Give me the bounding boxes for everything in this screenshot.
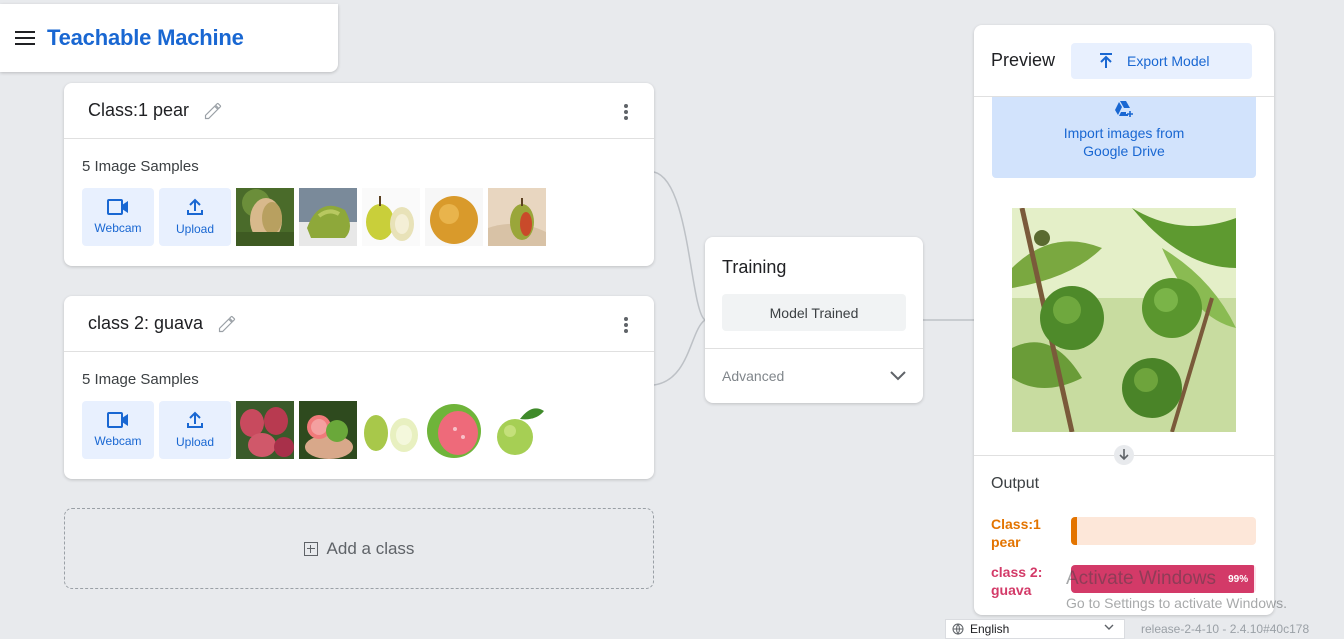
- upload-label: Upload: [175, 435, 215, 449]
- class-card-guava: class 2: guava 5 Image Samples Webcam Up…: [64, 296, 654, 479]
- samples-count: 5 Image Samples: [82, 158, 199, 175]
- class-card-pear: Class:1 pear 5 Image Samples Webcam Uplo…: [64, 83, 654, 266]
- upload-button[interactable]: Upload: [159, 188, 231, 246]
- samples-count: 5 Image Samples: [82, 371, 199, 388]
- upload-label: Upload: [175, 222, 215, 236]
- import-drive-label: Import images from Google Drive: [1063, 125, 1185, 159]
- output-row-pear: Class:1 pear: [991, 515, 1257, 551]
- training-title: Training: [722, 257, 787, 277]
- output-bar-track: [1071, 517, 1256, 545]
- more-vert-icon[interactable]: [624, 104, 628, 120]
- add-box-icon: [303, 541, 318, 556]
- release-version: release-2-4-10 - 2.4.10#40c178: [1141, 622, 1310, 636]
- webcam-button[interactable]: Webcam: [82, 401, 154, 459]
- preview-image: [1012, 208, 1236, 432]
- webcam-label: Webcam: [94, 221, 142, 235]
- language-select[interactable]: English: [945, 619, 1125, 639]
- sample-thumbnail[interactable]: [488, 188, 546, 246]
- preview-title: Preview: [991, 50, 1056, 70]
- sample-thumbnail[interactable]: [236, 401, 294, 459]
- menu-icon[interactable]: [15, 31, 35, 45]
- sample-thumbnail[interactable]: [299, 401, 357, 459]
- class-name[interactable]: class 2: guava: [88, 313, 203, 334]
- google-drive-icon: [1115, 101, 1133, 117]
- sample-thumbnail[interactable]: [362, 188, 420, 246]
- add-class-button[interactable]: Add a class: [64, 508, 654, 589]
- webcam-button[interactable]: Webcam: [82, 188, 154, 246]
- upload-icon: [187, 411, 203, 428]
- model-trained-button[interactable]: Model Trained: [722, 294, 906, 331]
- sample-thumbnail[interactable]: [425, 188, 483, 246]
- output-bar-track: 99%: [1071, 565, 1256, 593]
- language-value: English: [970, 622, 1010, 636]
- output-bar-fill: 99%: [1071, 565, 1255, 593]
- output-label: class 2: guava: [991, 564, 1043, 598]
- sample-thumbnail[interactable]: [362, 401, 420, 459]
- training-panel: Training Model Trained Advanced: [705, 237, 923, 403]
- sample-thumbnail[interactable]: [236, 188, 294, 246]
- export-model-button[interactable]: Export Model: [1071, 42, 1253, 79]
- output-row-guava: class 2: guava 99%: [991, 563, 1257, 599]
- globe-icon: [952, 623, 964, 635]
- class-name[interactable]: Class:1 pear: [88, 100, 189, 121]
- sample-thumbnail[interactable]: [425, 401, 483, 459]
- chevron-down-icon: [890, 371, 906, 381]
- sample-thumbnail[interactable]: [299, 188, 357, 246]
- arrow-down-icon: [1114, 445, 1134, 465]
- pencil-icon[interactable]: [217, 314, 237, 334]
- import-drive-button[interactable]: Import images from Google Drive: [992, 97, 1256, 178]
- app-title[interactable]: Teachable Machine: [47, 25, 244, 51]
- export-icon: [1100, 52, 1113, 68]
- chevron-down-icon: [1104, 624, 1114, 630]
- webcam-label: Webcam: [94, 434, 142, 448]
- more-vert-icon[interactable]: [624, 317, 628, 333]
- advanced-label: Advanced: [722, 368, 785, 384]
- export-model-label: Export Model: [1127, 52, 1210, 69]
- output-label: Class:1 pear: [991, 516, 1041, 550]
- upload-button[interactable]: Upload: [159, 401, 231, 459]
- output-bar-fill: [1071, 517, 1077, 545]
- output-title: Output: [991, 475, 1040, 492]
- pencil-icon[interactable]: [203, 101, 223, 121]
- app-header: Teachable Machine: [0, 4, 338, 72]
- add-class-label: Add a class: [326, 538, 415, 558]
- webcam-icon: [107, 199, 128, 215]
- upload-icon: [187, 198, 203, 215]
- sample-thumbnail[interactable]: [488, 401, 546, 459]
- webcam-icon: [107, 412, 128, 428]
- advanced-toggle[interactable]: Advanced: [705, 348, 923, 403]
- preview-panel: Preview Export Model Import images from …: [974, 25, 1274, 615]
